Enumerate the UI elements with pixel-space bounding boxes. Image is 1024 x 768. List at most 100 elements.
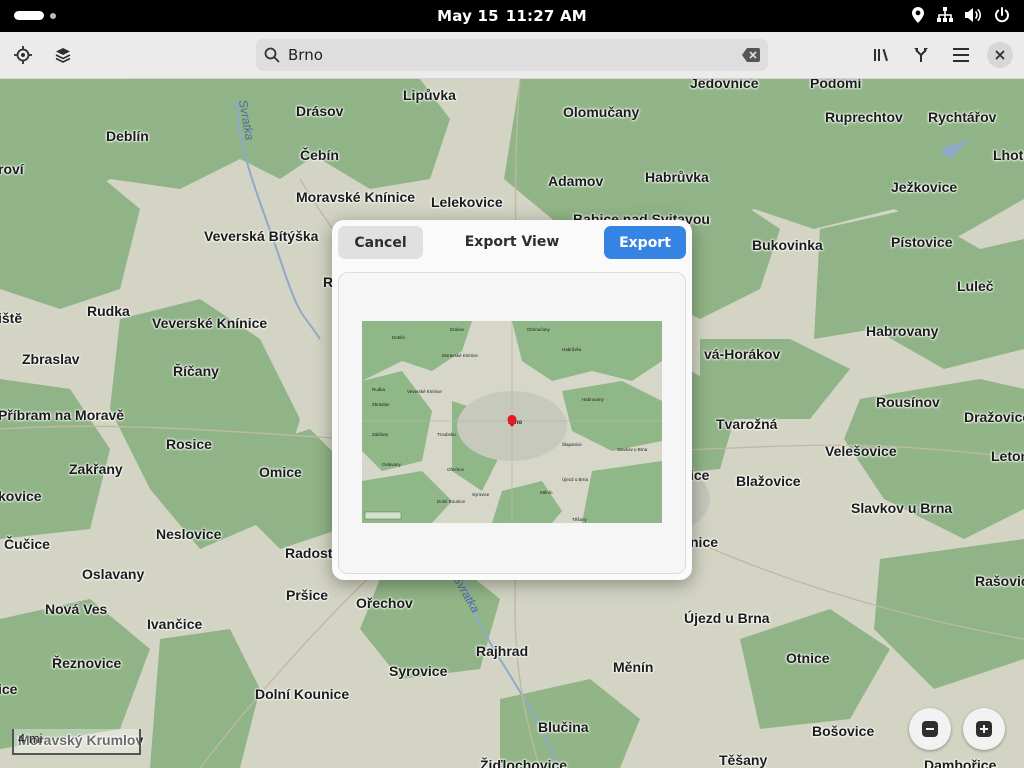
- svg-text:Troubsko: Troubsko: [437, 432, 456, 437]
- gps-locate-button[interactable]: [8, 40, 38, 70]
- place-label: Jedovnice: [690, 79, 759, 91]
- place-label: Habrůvka: [645, 169, 709, 185]
- layers-button[interactable]: [48, 40, 78, 70]
- place-label: Bošovice: [812, 723, 875, 739]
- place-label: Luleč: [957, 278, 994, 294]
- place-label: Blažovice: [736, 473, 801, 489]
- place-label: Otnice: [786, 650, 830, 666]
- svg-text:Veverské Knínice: Veverské Knínice: [407, 389, 442, 394]
- place-label: Příbram na Moravě: [0, 407, 125, 423]
- system-top-bar: May 15 11:27 AM: [0, 0, 1024, 32]
- place-label: Těšany: [719, 752, 768, 768]
- place-label: Blučina: [538, 719, 589, 735]
- place-label: Letonice: [991, 448, 1024, 464]
- place-label: Pístovice: [891, 234, 953, 250]
- place-label: Neslovice: [156, 526, 222, 542]
- place-label: Deblín: [106, 128, 149, 144]
- place-label: Ruprechtov: [825, 109, 903, 125]
- place-label: Syrovice: [389, 663, 448, 679]
- svg-text:Měnín: Měnín: [540, 490, 553, 495]
- library-icon: [874, 48, 888, 62]
- place-label: Nová Ves: [45, 601, 108, 617]
- svg-text:Habrovany: Habrovany: [582, 397, 605, 402]
- svg-text:Dolní Kounice: Dolní Kounice: [437, 499, 466, 504]
- svg-text:Těšany: Těšany: [572, 517, 588, 522]
- place-label: Rosice: [166, 436, 212, 452]
- place-label: Čebín: [300, 147, 339, 163]
- location-icon: [912, 7, 924, 23]
- layers-icon: [55, 48, 71, 63]
- svg-text:Zbraslav: Zbraslav: [372, 402, 390, 407]
- place-label: Dambořice: [924, 757, 997, 768]
- svg-text:Drásov: Drásov: [450, 327, 465, 332]
- library-button[interactable]: [866, 40, 896, 70]
- zoom-in-icon: [976, 721, 992, 737]
- svg-text:Slavkov u Brna: Slavkov u Brna: [617, 447, 648, 452]
- place-label: Měnín: [613, 659, 654, 675]
- place-label: Újezd u Brna: [684, 610, 770, 626]
- window-close-button[interactable]: [987, 42, 1013, 68]
- place-label: ice: [0, 681, 18, 697]
- svg-text:Oslavany: Oslavany: [382, 462, 402, 467]
- place-label: Čučice: [4, 536, 50, 552]
- hamburger-menu-icon: [953, 48, 969, 62]
- place-label: Zakřany: [69, 461, 123, 477]
- place-label: nice: [690, 534, 719, 550]
- place-label: ištĕ: [0, 310, 23, 326]
- place-label: Rašovice: [975, 573, 1024, 589]
- svg-text:Syrovice: Syrovice: [472, 492, 490, 497]
- place-label: Oslavany: [82, 566, 145, 582]
- place-label: Habrovany: [866, 323, 939, 339]
- place-label: Tvarožná: [716, 416, 778, 432]
- svg-text:Moravské Knínice: Moravské Knínice: [442, 353, 478, 358]
- gps-locate-icon: [14, 46, 32, 64]
- place-label: Slavkov u Brna: [851, 500, 953, 516]
- place-label: Rousínov: [876, 394, 940, 410]
- route-button[interactable]: [906, 40, 936, 70]
- place-label: Řeznovice: [52, 655, 122, 671]
- route-icon: [914, 48, 928, 62]
- place-label: Omice: [259, 464, 302, 480]
- clock-date: May 15: [437, 7, 499, 25]
- clear-search-icon[interactable]: [742, 48, 760, 62]
- place-label: roví: [0, 161, 24, 177]
- place-label: Velešovice: [825, 443, 897, 459]
- place-label: Ježkovice: [891, 179, 958, 195]
- place-label: vá-Horákov: [704, 346, 781, 362]
- place-label: Drásov: [296, 103, 344, 119]
- place-label: Dražovice: [964, 409, 1024, 425]
- search-field[interactable]: [256, 39, 768, 71]
- scale-label: 4 mi: [18, 731, 43, 746]
- place-label: Podomí: [810, 79, 862, 91]
- place-label: Žiďlochovice: [480, 757, 568, 768]
- place-label: kovice: [0, 488, 42, 504]
- place-label: Rudka: [87, 303, 130, 319]
- svg-text:Šlapanice: Šlapanice: [562, 441, 582, 447]
- place-label: Lhota: [993, 147, 1024, 163]
- export-preview-frame: Deblín Drásov Olomučany Habrůvka Moravské K…: [338, 272, 686, 574]
- place-label: Lipůvka: [403, 87, 456, 103]
- place-label: Zbraslav: [22, 351, 80, 367]
- svg-text:Újezd u Brna: Újezd u Brna: [562, 476, 589, 482]
- export-button[interactable]: Export: [604, 226, 686, 259]
- place-label: Ořechov: [356, 595, 413, 611]
- header-bar: [0, 32, 1024, 79]
- search-input[interactable]: [286, 45, 730, 65]
- place-label: Moravské Knínice: [296, 189, 416, 205]
- place-label: Říčany: [173, 363, 219, 379]
- zoom-in-button[interactable]: [963, 708, 1005, 750]
- zoom-out-button[interactable]: [909, 708, 951, 750]
- map-preview-image: Deblín Drásov Olomučany Habrůvka Moravské K…: [362, 321, 662, 523]
- place-label: Lelekovice: [431, 194, 503, 210]
- clock[interactable]: May 15 11:27 AM: [0, 7, 1024, 25]
- main-menu-button[interactable]: [946, 40, 976, 70]
- network-icon: [937, 7, 953, 22]
- svg-text:Deblín: Deblín: [392, 335, 406, 340]
- place-label: Veverské Knínice: [152, 315, 268, 331]
- zoom-out-icon: [922, 721, 938, 737]
- place-label: Ivančice: [147, 616, 203, 632]
- svg-text:Habrůvka: Habrůvka: [562, 346, 582, 352]
- svg-text:Olomučany: Olomučany: [527, 327, 551, 332]
- system-tray[interactable]: [911, 7, 1010, 23]
- svg-text:Zakřany: Zakřany: [372, 432, 389, 437]
